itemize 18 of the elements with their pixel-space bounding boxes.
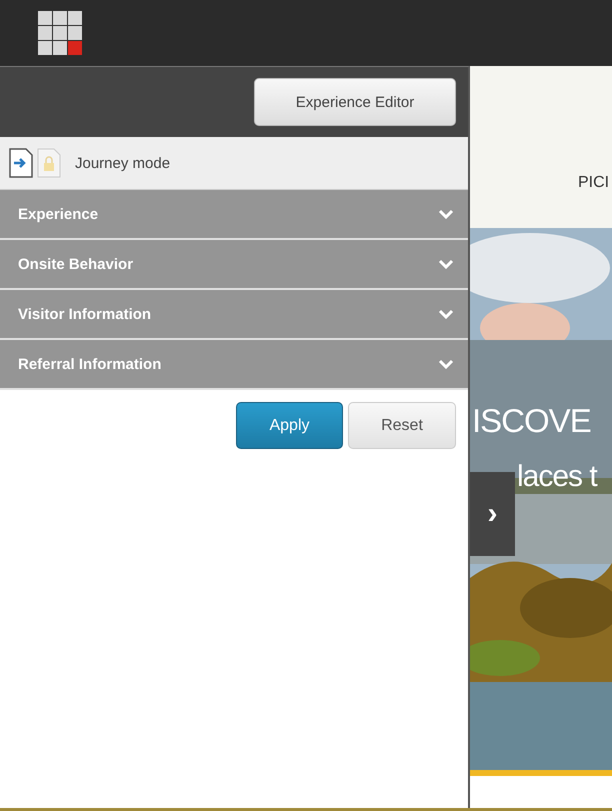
chevron-icon (438, 308, 454, 320)
journey-icon[interactable] (9, 148, 33, 178)
experience-editor-button[interactable]: Experience Editor (254, 78, 456, 126)
chevron-icon (438, 208, 454, 220)
hero-subline: laces t (517, 460, 597, 494)
accordion-header[interactable]: Experience (0, 190, 468, 240)
journey-mode-label: Journey mode (75, 154, 170, 172)
accordion-header[interactable]: Referral Information (0, 340, 468, 390)
chevron-icon (438, 358, 454, 370)
next-slide-button[interactable]: › (470, 472, 515, 556)
accordion-header[interactable]: Onsite Behavior (0, 240, 468, 290)
chevron-icon (438, 258, 454, 270)
accordion-header[interactable]: Visitor Information (0, 290, 468, 340)
apply-button[interactable]: Apply (236, 402, 343, 449)
reset-button[interactable]: Reset (348, 402, 456, 449)
nav-text[interactable]: PICI (578, 174, 610, 192)
hero-headline: ISCOVE (472, 402, 591, 440)
app-grid-icon[interactable] (38, 11, 82, 55)
